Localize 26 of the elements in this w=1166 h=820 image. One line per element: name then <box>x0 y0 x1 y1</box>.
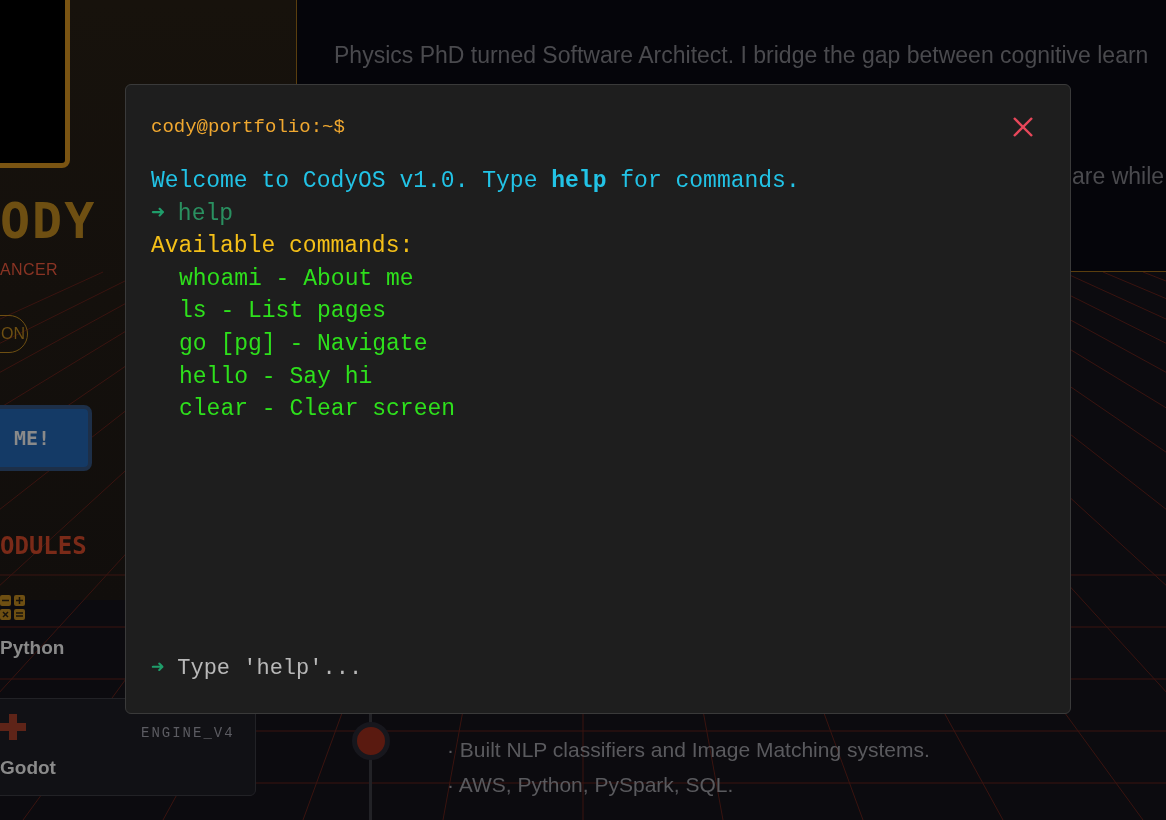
bullet-text: · AWS, Python, PySpark, SQL. <box>447 772 735 798</box>
command-help: whoami - About me <box>179 265 414 292</box>
bio-text: Physics PhD turned Software Architect. I bridge the gap between cognitive learn <box>334 41 1149 70</box>
welcome-message: Welcome to CodyOS v1.0. Type help for commands. <box>151 167 801 196</box>
section-title: ODULES <box>0 531 87 562</box>
output-heading: Available commands: <box>151 232 415 262</box>
prompt-arrow: ➜ <box>151 199 165 229</box>
close-icon[interactable] <box>1013 117 1033 137</box>
module-label: Godot <box>0 756 56 780</box>
profile-role: ANCER <box>0 260 58 280</box>
command-help: go [pg] - Navigate <box>179 330 428 357</box>
module-label: Python <box>0 636 65 660</box>
module-tag: ENGINE_V4 <box>141 723 235 744</box>
command-help: hello - Say hi <box>179 363 373 390</box>
command-input[interactable]: Type 'help'... <box>177 652 1045 685</box>
contact-button[interactable]: ME! <box>0 405 92 471</box>
dpad-icon <box>0 713 26 741</box>
command-text: help <box>177 199 234 229</box>
calculator-icon <box>0 593 26 621</box>
bio-text: are while <box>1072 162 1165 191</box>
terminal-prompt: cody@portfolio:~$ <box>151 114 345 140</box>
prompt-arrow: ➜ <box>151 655 165 683</box>
command-help: clear - Clear screen <box>179 396 456 423</box>
bullet-text: · Built NLP classifiers and Image Matching systems. <box>447 737 930 763</box>
command-help: ls - List pages <box>179 298 387 325</box>
profile-name: ODY <box>0 196 97 246</box>
